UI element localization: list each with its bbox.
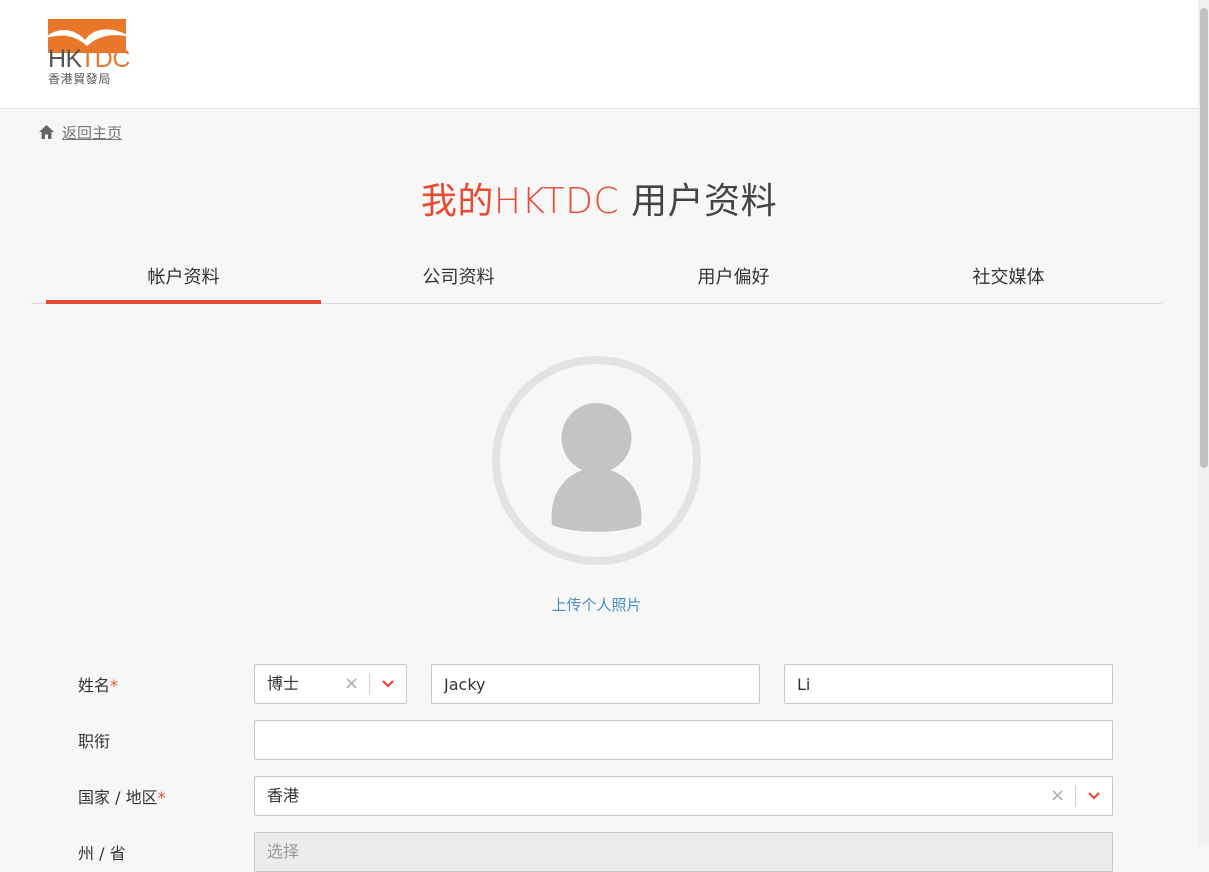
tab-account-info[interactable]: 帐户资料 <box>46 258 321 304</box>
job-title-label: 职衔 <box>78 732 111 751</box>
scrollbar-thumb[interactable] <box>1200 8 1208 468</box>
hktdc-logo[interactable]: HK TDC 香港貿發局 <box>41 19 133 87</box>
svg-text:TDC: TDC <box>80 45 130 73</box>
tab-social-media[interactable]: 社交媒体 <box>871 258 1146 302</box>
name-label: 姓名* <box>78 672 118 696</box>
salutation-value: 博士 <box>267 674 300 693</box>
last-name-input[interactable] <box>784 664 1113 704</box>
select-separator <box>369 674 370 694</box>
svg-text:HK: HK <box>48 45 83 73</box>
name-label-text: 姓名 <box>78 676 111 695</box>
country-value: 香港 <box>267 786 300 805</box>
home-icon[interactable] <box>38 124 55 141</box>
upload-photo-link[interactable]: 上传个人照片 <box>0 594 1193 615</box>
tab-company-info[interactable]: 公司资料 <box>321 258 596 302</box>
chevron-down-icon[interactable] <box>381 678 395 690</box>
select-separator <box>1075 786 1076 806</box>
profile-photo[interactable] <box>492 356 701 565</box>
state-select[interactable]: 选择 <box>254 832 1113 872</box>
country-label-text: 国家 / 地区 <box>78 788 158 807</box>
country-label: 国家 / 地区* <box>78 784 166 808</box>
profile-tabs: 帐户资料 公司资料 用户偏好 社交媒体 <box>31 258 1162 304</box>
page-title-rest: 用户资料 <box>619 181 778 222</box>
user-avatar-icon <box>551 403 642 532</box>
tab-user-preferences[interactable]: 用户偏好 <box>596 258 871 302</box>
required-mark: * <box>110 676 119 695</box>
page-title-accent: 我的HKTDC <box>420 181 620 222</box>
job-title-input[interactable] <box>254 720 1113 760</box>
clear-country-icon[interactable]: × <box>1050 777 1065 815</box>
page-title: 我的HKTDC 用户资料 <box>0 172 1198 224</box>
first-name-input[interactable] <box>431 664 760 704</box>
country-select[interactable]: 香港 × <box>254 776 1113 816</box>
state-label: 州 / 省 <box>78 844 126 863</box>
logo-subtext: 香港貿發局 <box>48 72 112 86</box>
back-home-link[interactable]: 返回主页 <box>62 122 122 143</box>
salutation-select[interactable]: 博士 × <box>254 664 407 704</box>
clear-salutation-icon[interactable]: × <box>344 665 359 703</box>
chevron-down-icon[interactable] <box>1087 790 1101 802</box>
state-placeholder: 选择 <box>267 842 300 861</box>
required-mark: * <box>157 788 166 807</box>
page-scrollbar[interactable] <box>1198 0 1209 847</box>
breadcrumb: 返回主页 <box>38 122 122 142</box>
page-header: HK TDC 香港貿發局 <box>0 0 1198 109</box>
